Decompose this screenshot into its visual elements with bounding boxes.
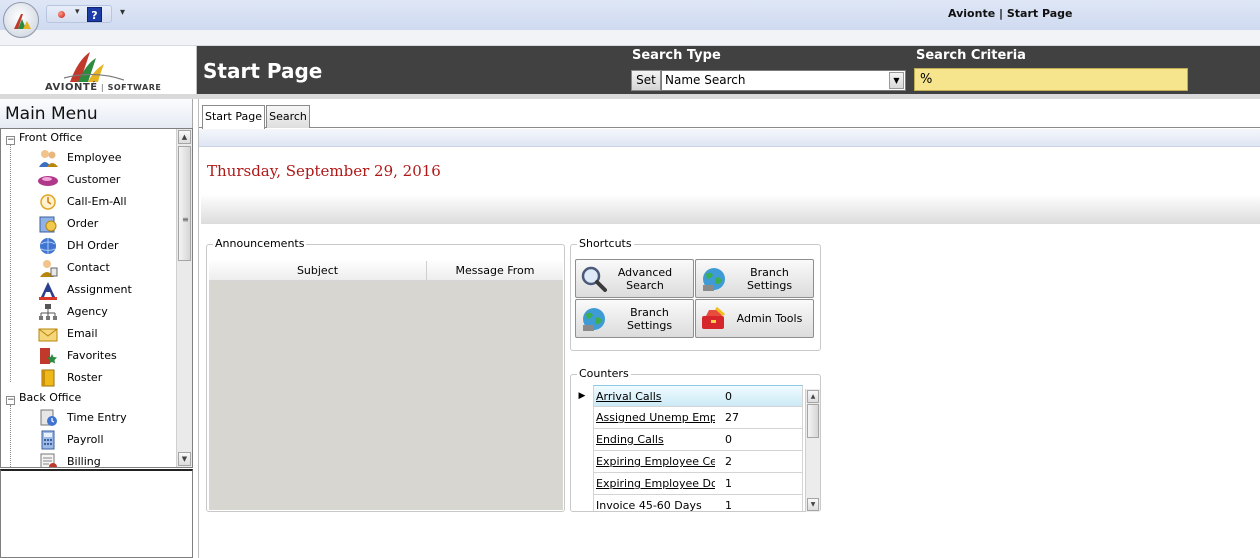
avionte-mark-icon <box>64 52 124 82</box>
search-type-value: Name Search <box>665 73 746 87</box>
tree-group-back-office[interactable]: − Back Office <box>6 390 81 406</box>
counters-scrollbar[interactable]: ▲ ▼ <box>805 389 820 512</box>
counters-grid: ▶ Arrival Calls 0 Assigned Unemp Emplo 2… <box>573 385 817 511</box>
contact-icon <box>40 260 58 277</box>
toolbox-icon <box>702 306 725 329</box>
scroll-down-icon[interactable]: ▼ <box>807 498 819 511</box>
announcements-panel: Announcements Subject Message From <box>206 237 565 512</box>
page-title: Start Page <box>203 59 323 83</box>
shortcuts-panel: Shortcuts Advanced Search Branch Setting… <box>570 237 821 351</box>
search-criteria-label: Search Criteria <box>916 48 1026 63</box>
avionte-logo-icon <box>14 14 31 29</box>
menu-detail-panel <box>0 469 193 558</box>
main-menu-tree: − Front Office Employee Customer Call-Em-… <box>0 128 193 468</box>
quick-access-toolbar: ▾ ? <box>46 5 112 23</box>
scroll-up-icon[interactable]: ▲ <box>807 390 819 403</box>
counter-row-ending-calls[interactable]: Ending Calls 0 <box>573 429 803 451</box>
customize-toolbar-icon[interactable]: ▾ <box>120 7 125 18</box>
title-bar: ▾ ? ▾ Avionte | Start Page <box>0 0 1260 30</box>
panel-splitter[interactable] <box>193 99 199 558</box>
call-em-all-icon <box>40 194 56 210</box>
chevron-down-icon[interactable]: ▾ <box>75 7 80 17</box>
dh-order-icon <box>40 238 56 254</box>
billing-icon <box>40 453 57 467</box>
order-icon <box>39 216 57 233</box>
column-message-from[interactable]: Message From <box>427 261 563 281</box>
ribbon-strip <box>0 30 1260 46</box>
document-tabs: Start Page Search <box>199 99 1260 129</box>
current-date: Thursday, September 29, 2016 <box>207 162 441 180</box>
announcements-header: Subject Message From <box>209 261 563 281</box>
globe-icon <box>583 308 605 331</box>
set-button[interactable]: Set <box>631 70 661 91</box>
content-toolbar-strip <box>199 129 1260 147</box>
admin-tools-button[interactable]: Admin Tools <box>695 299 814 338</box>
branch-settings-button[interactable]: Branch Settings <box>695 259 814 298</box>
email-icon <box>38 328 58 342</box>
row-indicator-icon: ▶ <box>578 391 586 401</box>
window-title: Avionte | Start Page <box>948 7 1073 20</box>
assignment-icon <box>39 282 57 300</box>
counters-title: Counters <box>577 367 631 380</box>
counter-row-assigned-unemp[interactable]: Assigned Unemp Emplo 27 <box>573 407 803 429</box>
scroll-up-icon[interactable]: ▲ <box>178 130 191 144</box>
chevron-down-icon[interactable]: ▼ <box>889 72 904 89</box>
counter-row-expiring-cert[interactable]: Expiring Employee Cert. 2 <box>573 451 803 473</box>
agency-icon <box>39 304 57 320</box>
search-type-label: Search Type <box>632 48 721 63</box>
tab-search[interactable]: Search <box>266 105 310 128</box>
search-criteria-input[interactable]: % <box>914 68 1188 91</box>
company-logo: AVIONTÉ | SOFTWARE <box>0 46 197 94</box>
magnifier-icon <box>581 266 607 292</box>
application-menu-button[interactable] <box>3 2 39 38</box>
time-entry-icon <box>40 409 57 426</box>
record-icon[interactable] <box>58 11 65 18</box>
menu-scrollbar[interactable]: ▲ ≡ ▼ <box>176 129 192 467</box>
counter-row-arrival-calls[interactable]: ▶ Arrival Calls 0 <box>573 385 803 407</box>
scroll-thumb[interactable] <box>807 404 819 438</box>
counter-row-invoice-45-60[interactable]: Invoice 45-60 Days 1 <box>573 495 803 511</box>
search-type-select[interactable]: Name Search ▼ <box>661 70 906 91</box>
branch-settings-button-2[interactable]: Branch Settings <box>575 299 694 338</box>
counter-row-expiring-docs[interactable]: Expiring Employee Docs 1 <box>573 473 803 495</box>
roster-icon <box>41 369 55 387</box>
page-header: Start Page Search Type Search Criteria S… <box>197 46 1260 94</box>
logo-wordmark: AVIONTÉ | SOFTWARE <box>45 82 162 93</box>
scroll-thumb[interactable]: ≡ <box>178 146 191 261</box>
announcements-list <box>209 281 563 510</box>
favorites-icon <box>40 348 57 364</box>
column-subject[interactable]: Subject <box>209 261 427 281</box>
tab-start-page[interactable]: Start Page <box>202 105 265 129</box>
collapse-icon[interactable]: − <box>6 136 15 145</box>
shortcuts-title: Shortcuts <box>577 237 634 250</box>
collapse-icon[interactable]: − <box>6 396 15 405</box>
globe-icon <box>703 268 725 291</box>
advanced-search-button[interactable]: Advanced Search <box>575 259 694 298</box>
help-button[interactable]: ? <box>87 7 102 22</box>
announcements-title: Announcements <box>213 237 307 250</box>
payroll-icon <box>41 430 55 450</box>
scroll-down-icon[interactable]: ▼ <box>178 452 191 466</box>
header-band <box>201 194 1260 224</box>
main-menu-title: Main Menu <box>0 99 193 128</box>
tree-group-front-office[interactable]: − Front Office <box>6 130 82 146</box>
customer-icon <box>38 176 58 186</box>
counters-panel: Counters ▶ Arrival Calls 0 Assigned Unem… <box>570 367 821 512</box>
employee-icon <box>39 150 58 167</box>
